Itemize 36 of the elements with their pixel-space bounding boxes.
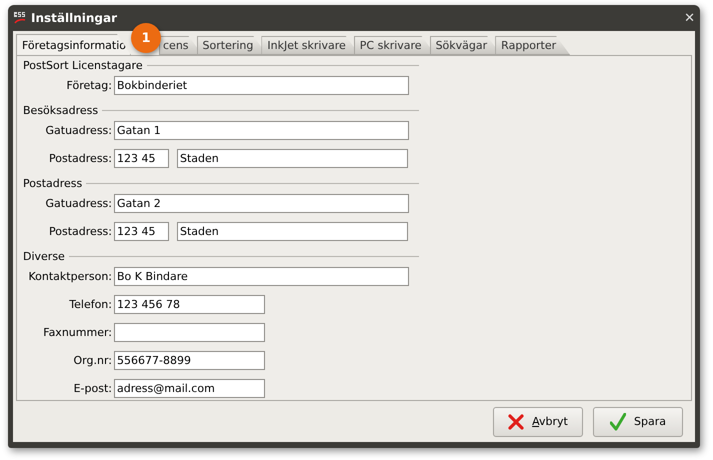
section-title: Postadress bbox=[23, 177, 82, 190]
text-field[interactable]: Bo K Bindare bbox=[114, 267, 409, 286]
section-title: PostSort Licenstagare bbox=[23, 59, 143, 72]
text-field[interactable]: Gatan 2 bbox=[114, 194, 409, 213]
text-field[interactable]: Bokbinderiet bbox=[114, 76, 409, 95]
text-field[interactable]: Staden bbox=[177, 149, 408, 168]
field-label: Postadress: bbox=[48, 225, 113, 238]
text-field[interactable]: 123 456 78 bbox=[114, 295, 265, 314]
save-button[interactable]: Spara bbox=[593, 406, 683, 436]
field-label: Kontaktperson: bbox=[27, 270, 113, 283]
close-icon[interactable]: ✕ bbox=[684, 10, 695, 26]
field-label: Gatuadress: bbox=[44, 124, 113, 137]
app-logo-icon bbox=[13, 11, 27, 25]
close-icon bbox=[508, 414, 524, 430]
field-label: Org.nr: bbox=[72, 354, 113, 367]
section-title: Besöksadress bbox=[23, 104, 98, 117]
callout-badge: 1 bbox=[131, 23, 161, 53]
text-field[interactable]: Gatan 1 bbox=[114, 121, 409, 140]
text-field[interactable]: adress@mail.com bbox=[114, 379, 265, 398]
field-label: Telefon: bbox=[68, 298, 113, 311]
field-label: Postadress: bbox=[48, 152, 113, 165]
text-field[interactable] bbox=[114, 323, 265, 342]
text-field[interactable]: 123 45 bbox=[114, 149, 169, 168]
field-label: Faxnummer: bbox=[42, 326, 113, 339]
field-label: Gatuadress: bbox=[44, 197, 113, 210]
text-field[interactable]: 556677-8899 bbox=[114, 351, 265, 370]
section-title: Diverse bbox=[23, 250, 65, 263]
tab[interactable]: Rapporter bbox=[495, 36, 570, 55]
field-label: E-post: bbox=[72, 382, 113, 395]
text-field[interactable]: Staden bbox=[177, 222, 408, 241]
text-field[interactable]: 123 45 bbox=[114, 222, 169, 241]
tab[interactable]: Företagsinformatio bbox=[16, 34, 131, 55]
field-label: Företag: bbox=[66, 79, 113, 92]
cancel-button[interactable]: Avbryt bbox=[493, 406, 583, 436]
window-title: Inställningar bbox=[31, 11, 118, 25]
checkmark-icon bbox=[610, 412, 626, 430]
